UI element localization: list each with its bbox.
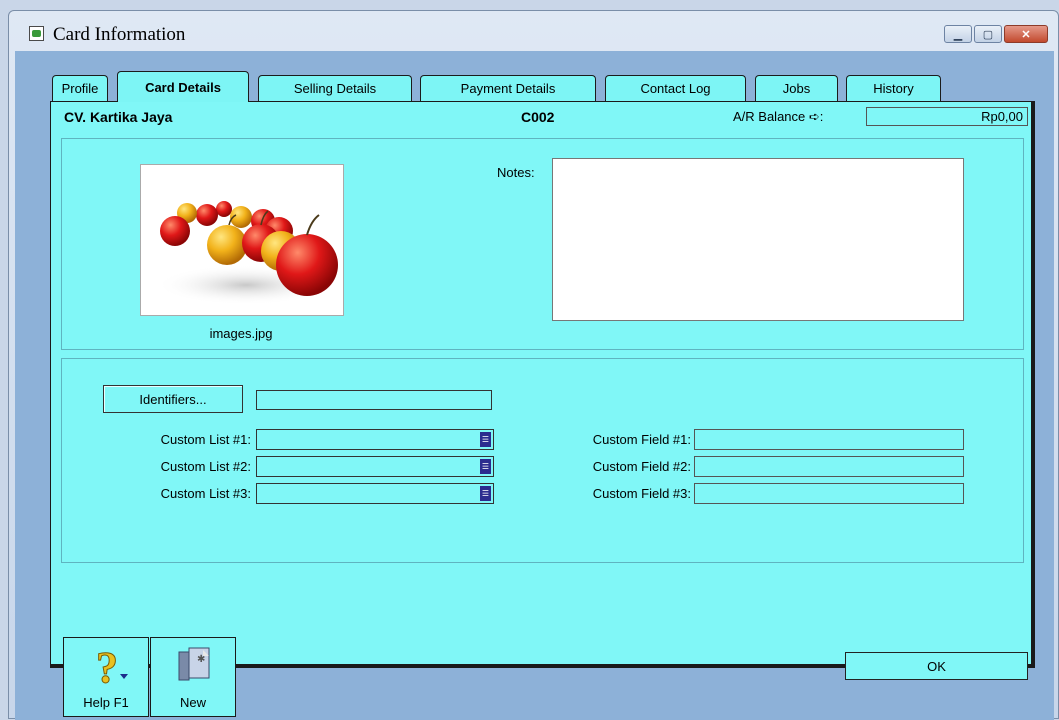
dropdown-arrow-icon[interactable]: ☰	[480, 432, 491, 447]
close-button[interactable]: ✕	[1004, 25, 1048, 43]
client-area: Profile Card Details Selling Details Pay…	[15, 51, 1054, 720]
notes-field[interactable]	[552, 158, 964, 321]
custom-list-1-label: Custom List #1:	[160, 432, 251, 447]
tab-payment-details[interactable]: Payment Details	[420, 75, 596, 101]
ar-balance-label[interactable]: A/R Balance ➪:	[733, 109, 823, 125]
card-details-panel: CV. Kartika Jaya C002 A/R Balance ➪: Rp0…	[50, 101, 1035, 668]
tab-history[interactable]: History	[846, 75, 941, 101]
tab-contact-log[interactable]: Contact Log	[605, 75, 746, 101]
ok-button[interactable]: OK	[845, 652, 1028, 680]
maximize-button[interactable]: ▢	[974, 25, 1002, 43]
help-label: Help F1	[83, 695, 129, 710]
tab-card-details[interactable]: Card Details	[117, 71, 249, 102]
custom-list-2-label: Custom List #2:	[160, 459, 251, 474]
custom-list-1-select[interactable]: ☰	[256, 429, 494, 450]
card-name: CV. Kartika Jaya	[64, 109, 173, 125]
tab-profile[interactable]: Profile	[52, 75, 108, 101]
svg-text:?: ?	[96, 643, 118, 690]
custom-field-3-input[interactable]	[694, 483, 964, 504]
custom-field-2-input[interactable]	[694, 456, 964, 477]
custom-field-3-label: Custom Field #3:	[592, 486, 691, 501]
custom-list-3-select[interactable]: ☰	[256, 483, 494, 504]
card-id: C002	[521, 109, 555, 125]
tab-jobs[interactable]: Jobs	[755, 75, 838, 101]
custom-field-1-input[interactable]	[694, 429, 964, 450]
custom-list-3-label: Custom List #3:	[160, 486, 251, 501]
card-picture[interactable]	[140, 164, 344, 316]
help-question-icon: ?	[96, 643, 128, 693]
custom-field-2-label: Custom Field #2:	[592, 459, 691, 474]
app-icon	[29, 26, 44, 41]
window-title: Card Information	[53, 24, 186, 45]
card-information-window: Card Information ▁ ▢ ✕ Profile Card Deta…	[8, 10, 1059, 720]
dropdown-arrow-icon[interactable]: ☰	[480, 459, 491, 474]
picture-caption: images.jpg	[209, 326, 273, 341]
new-label: New	[179, 695, 206, 710]
help-button[interactable]: ? Help F1	[63, 637, 149, 717]
tab-selling-details[interactable]: Selling Details	[258, 75, 412, 101]
identifiers-field[interactable]	[256, 390, 492, 410]
new-card-icon: ✱	[178, 647, 210, 681]
new-button[interactable]: ✱ New	[150, 637, 236, 717]
minimize-button[interactable]: ▁	[944, 25, 972, 43]
custom-list-2-select[interactable]: ☰	[256, 456, 494, 477]
dropdown-arrow-icon[interactable]: ☰	[480, 486, 491, 501]
notes-label: Notes:	[497, 165, 535, 180]
apples-image	[156, 201, 338, 305]
custom-field-1-label: Custom Field #1:	[592, 432, 691, 447]
identifiers-button[interactable]: Identifiers...	[103, 385, 243, 413]
ar-balance-value: Rp0,00	[866, 107, 1028, 126]
title-bar: Card Information ▁ ▢ ✕	[9, 11, 1058, 51]
svg-text:✱: ✱	[197, 654, 205, 665]
